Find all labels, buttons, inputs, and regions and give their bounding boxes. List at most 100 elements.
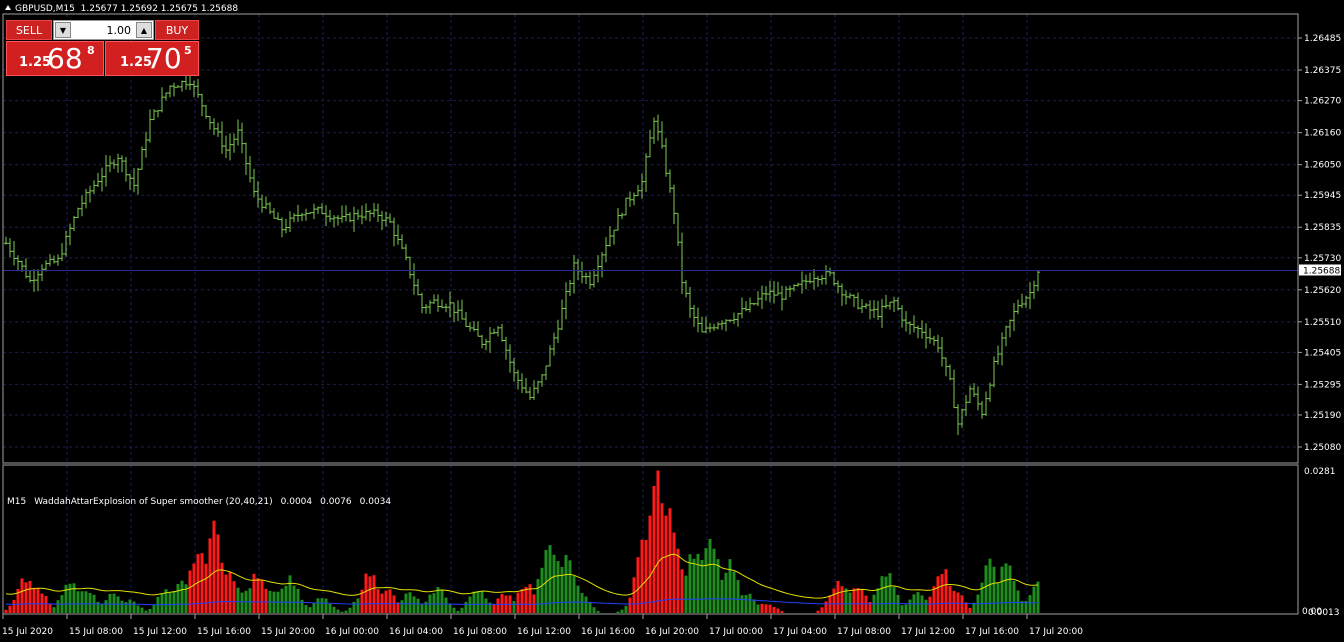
- histogram-bar-down: [864, 595, 868, 613]
- histogram-bar-up: [740, 595, 744, 613]
- indicator-value-3: 0.0034: [359, 497, 392, 507]
- sell-button[interactable]: SELL: [6, 20, 52, 40]
- histogram-bar-down: [388, 589, 392, 613]
- histogram-bar-down: [856, 587, 860, 613]
- price-axis-label: 1.26485: [1304, 34, 1341, 44]
- histogram-bar-down: [932, 586, 936, 613]
- histogram-bar-down: [648, 515, 652, 613]
- ohlc-bar: [436, 294, 440, 312]
- histogram-bar-up: [596, 610, 600, 613]
- ohlc-bar: [404, 244, 408, 261]
- ohlc-bar: [124, 156, 128, 182]
- lot-decrease-button[interactable]: ▼: [55, 22, 71, 38]
- histogram-bar-up: [144, 610, 148, 613]
- ohlc-bar: [1028, 282, 1032, 310]
- histogram-bar-up: [416, 598, 420, 613]
- price-axis-label: 1.25295: [1304, 380, 1341, 390]
- histogram-bar-down: [260, 580, 264, 613]
- lot-size-input[interactable]: [74, 21, 133, 39]
- ohlc-bar: [160, 87, 164, 113]
- histogram-bar-up: [176, 583, 180, 613]
- histogram-bar-down: [824, 601, 828, 613]
- ohlc-bar: [740, 297, 744, 319]
- ohlc-bar: [452, 302, 456, 323]
- histogram-bar-up: [972, 602, 976, 613]
- histogram-bar-down: [960, 595, 964, 613]
- time-axis-label: 15 Jul 08:00: [69, 627, 123, 637]
- indicator-scale-min-b: 0.0013: [1308, 608, 1340, 618]
- histogram-bar-down: [192, 563, 196, 613]
- ohlc-bar: [44, 260, 48, 272]
- ohlc-bar: [328, 209, 332, 223]
- histogram-bar-down: [764, 604, 768, 613]
- chart-title: GBPUSD,M15 1.25677 1.25692 1.25675 1.256…: [5, 4, 238, 14]
- histogram-bar-down: [36, 587, 40, 613]
- ohlc-bar: [696, 307, 700, 333]
- ohlc-bar: [372, 202, 376, 218]
- histogram-bar-up: [552, 554, 556, 613]
- histogram-bar-up: [884, 576, 888, 613]
- histogram-bar-down: [24, 582, 28, 613]
- ohlc-bar: [744, 301, 748, 312]
- ohlc-bar: [264, 196, 268, 210]
- histogram-bar-down: [4, 609, 8, 613]
- ohlc-bar: [444, 303, 448, 313]
- histogram-bar-up: [104, 600, 108, 613]
- histogram-bar-up: [128, 599, 132, 613]
- time-axis-label: 15 Jul 20:00: [261, 627, 315, 637]
- ohlc-bar: [36, 269, 40, 292]
- ohlc-bar: [708, 322, 712, 333]
- histogram-bar-up: [572, 576, 576, 613]
- histogram-bar-up: [584, 596, 588, 613]
- ohlc-bar: [724, 319, 728, 332]
- ohlc-bar: [164, 92, 168, 101]
- histogram-bar-up: [564, 554, 568, 613]
- ohlc-bar: [856, 292, 860, 310]
- lot-increase-button[interactable]: ▲: [136, 22, 152, 38]
- histogram-bar-up: [88, 593, 92, 613]
- ohlc-bar: [360, 205, 364, 225]
- ohlc-bar: [60, 243, 64, 262]
- ohlc-bar: [76, 207, 80, 219]
- histogram-bar-up: [476, 591, 480, 613]
- histogram-bar-up: [472, 591, 476, 613]
- ohlc-bar: [108, 155, 112, 173]
- histogram-bar-up: [916, 592, 920, 613]
- buy-price-button[interactable]: 1.25 70 5: [105, 41, 199, 76]
- histogram-bar-up: [424, 601, 428, 613]
- ohlc-bar: [768, 280, 772, 303]
- histogram-bar-up: [1032, 586, 1036, 613]
- histogram-bar-up: [140, 607, 144, 613]
- histogram-bar-up: [316, 598, 320, 613]
- ohlc-bar: [492, 328, 496, 335]
- ohlc-bar: [928, 328, 932, 344]
- ohlc-bar: [244, 142, 248, 176]
- sell-price-button[interactable]: 1.25 68 8: [6, 41, 104, 76]
- sell-price-main: 68: [47, 42, 83, 75]
- ohlc-bar: [876, 300, 880, 320]
- indicator-value-2: 0.0076: [320, 497, 352, 507]
- ohlc-bar: [32, 269, 36, 292]
- histogram-bar-down: [32, 587, 36, 613]
- buy-button[interactable]: BUY: [155, 20, 199, 40]
- histogram-bar-up: [152, 604, 156, 613]
- ohlc-bar: [428, 300, 432, 314]
- ohlc-bar: [1024, 295, 1028, 308]
- time-axis-label: 17 Jul 20:00: [1029, 627, 1083, 637]
- chart-canvas[interactable]: 1.26485 1.26375 1.26270 1.26160 1.26050 1.259…: [0, 0, 1344, 642]
- ohlc-bar: [484, 338, 488, 351]
- ohlc-bar: [312, 203, 316, 220]
- histogram-bar-up: [480, 591, 484, 613]
- ohlc-bar: [524, 377, 528, 394]
- price-axis-label: 1.25945: [1304, 191, 1341, 201]
- time-axis-label: 16 Jul 04:00: [389, 627, 443, 637]
- ohlc-bar: [148, 109, 152, 143]
- histogram-bar-up: [712, 548, 716, 613]
- ohlc-bar: [612, 229, 616, 245]
- ohlc-bar: [204, 105, 208, 119]
- histogram-bar-up: [292, 585, 296, 613]
- histogram-bar-down: [640, 539, 644, 613]
- histogram-bar-down: [48, 603, 52, 613]
- histogram-bar-up: [344, 610, 348, 613]
- ohlc-bar: [80, 195, 84, 217]
